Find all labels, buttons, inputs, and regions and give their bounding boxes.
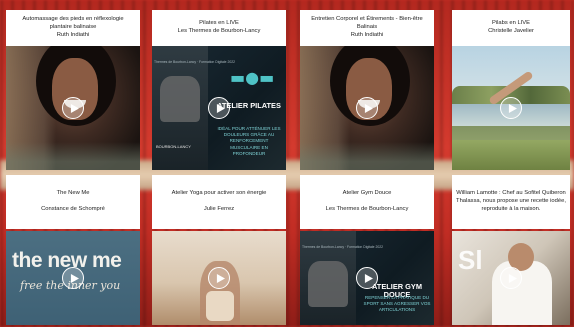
play-icon[interactable] — [500, 97, 522, 119]
video-card[interactable]: Atelier Gym Douce Les Thermes de Bourbon… — [300, 175, 434, 325]
card-title: The New Me Constance de Schompré — [6, 175, 140, 229]
video-thumbnail[interactable] — [452, 46, 570, 170]
card-title-line: Automassage des pieds en réflexologie — [22, 16, 124, 23]
card-title-line: Balinais — [356, 24, 378, 31]
card-presenter: Les Thermes de Bourbon-Lancy — [325, 206, 409, 212]
card-title-line: Atelier Yoga pour activer son énergie — [171, 190, 267, 197]
card-title: Entretien Corporel et Étirements - Bien-… — [300, 10, 434, 46]
card-title: William Lamotte : Chef au Sofitel Quiber… — [452, 175, 570, 229]
play-icon[interactable] — [208, 97, 230, 119]
card-title-line: Entretien Corporel et Étirements - Bien-… — [311, 16, 423, 23]
card-presenter: Julie Ferrez — [203, 206, 235, 212]
card-presenter: Les Thermes de Bourbon-Lancy — [177, 28, 261, 34]
play-icon[interactable] — [208, 267, 230, 289]
poster-letter: Sl — [458, 245, 483, 275]
video-card[interactable]: The New Me Constance de Schompré the new… — [6, 175, 140, 325]
card-title: Atelier Yoga pour activer son énergie Ju… — [152, 175, 286, 229]
card-title-line: reproduite à la maison. — [481, 205, 541, 212]
card-title: Pilates en LIVE Les Thermes de Bourbon-L… — [152, 10, 286, 46]
play-icon[interactable] — [356, 267, 378, 289]
play-icon[interactable] — [356, 97, 378, 119]
play-icon[interactable] — [500, 267, 522, 289]
card-title-line: Thalassa, nous propose une recette iodée… — [456, 198, 566, 205]
video-thumbnail[interactable]: Sl — [452, 231, 570, 325]
video-thumbnail[interactable]: Thermes de Bourbon-Lancy · Formation Dig… — [300, 231, 434, 325]
video-card[interactable]: Pilabs en LIVE Christelle Javelier — [452, 10, 570, 170]
card-presenter: Constance de Schompré — [41, 206, 105, 212]
video-grid: Automassage des pieds en réflexologie pl… — [0, 0, 574, 327]
card-title-line: The New Me — [56, 190, 90, 197]
video-thumbnail[interactable] — [152, 231, 286, 325]
play-icon[interactable] — [62, 97, 84, 119]
card-title: Atelier Gym Douce Les Thermes de Bourbon… — [300, 175, 434, 229]
poster-small-text: Thermes de Bourbon-Lancy · Formation Dig… — [154, 60, 236, 64]
video-thumbnail[interactable] — [6, 46, 140, 170]
card-title-line: Atelier Gym Douce — [342, 190, 392, 197]
video-card[interactable]: Automassage des pieds en réflexologie pl… — [6, 10, 140, 170]
card-title-line: Pilates en LIVE — [199, 20, 239, 27]
card-presenter: Ruth Indiathi — [350, 31, 384, 38]
dumbbell-icon: ▬●▬ — [230, 68, 275, 87]
video-card[interactable]: William Lamotte : Chef au Sofitel Quiber… — [452, 175, 570, 325]
card-title-line: Pilabs en LIVE — [491, 20, 531, 27]
video-card[interactable]: Pilates en LIVE Les Thermes de Bourbon-L… — [152, 10, 286, 170]
poster-subtitle: REPENSER LA PRATIQUE DU SPORT SANS AGRES… — [363, 295, 431, 313]
video-card[interactable]: Atelier Yoga pour activer son énergie Ju… — [152, 175, 286, 325]
video-thumbnail[interactable] — [300, 46, 434, 170]
poster-small-text: Thermes de Bourbon-Lancy · Formation Dig… — [302, 245, 384, 249]
card-title-line: plantaire balinaise — [49, 24, 97, 31]
video-thumbnail[interactable]: Thermes de Bourbon-Lancy · Formation Dig… — [152, 46, 286, 170]
card-title: Pilabs en LIVE Christelle Javelier — [452, 10, 570, 46]
card-presenter: Ruth Indiathi — [56, 31, 90, 38]
video-thumbnail[interactable]: the new me free the inner you — [6, 231, 140, 325]
play-icon[interactable] — [62, 267, 84, 289]
card-title-line: William Lamotte : Chef au Sofitel Quiber… — [456, 190, 566, 197]
poster-subtitle: IDÉAL POUR ATTÉNUER LES DOULEURS GRÂCE A… — [217, 126, 281, 156]
card-presenter: Christelle Javelier — [488, 28, 534, 34]
video-card[interactable]: Entretien Corporel et Étirements - Bien-… — [300, 10, 434, 170]
card-title: Automassage des pieds en réflexologie pl… — [6, 10, 140, 46]
poster-logo: BOURBON-LANCY — [156, 144, 191, 149]
